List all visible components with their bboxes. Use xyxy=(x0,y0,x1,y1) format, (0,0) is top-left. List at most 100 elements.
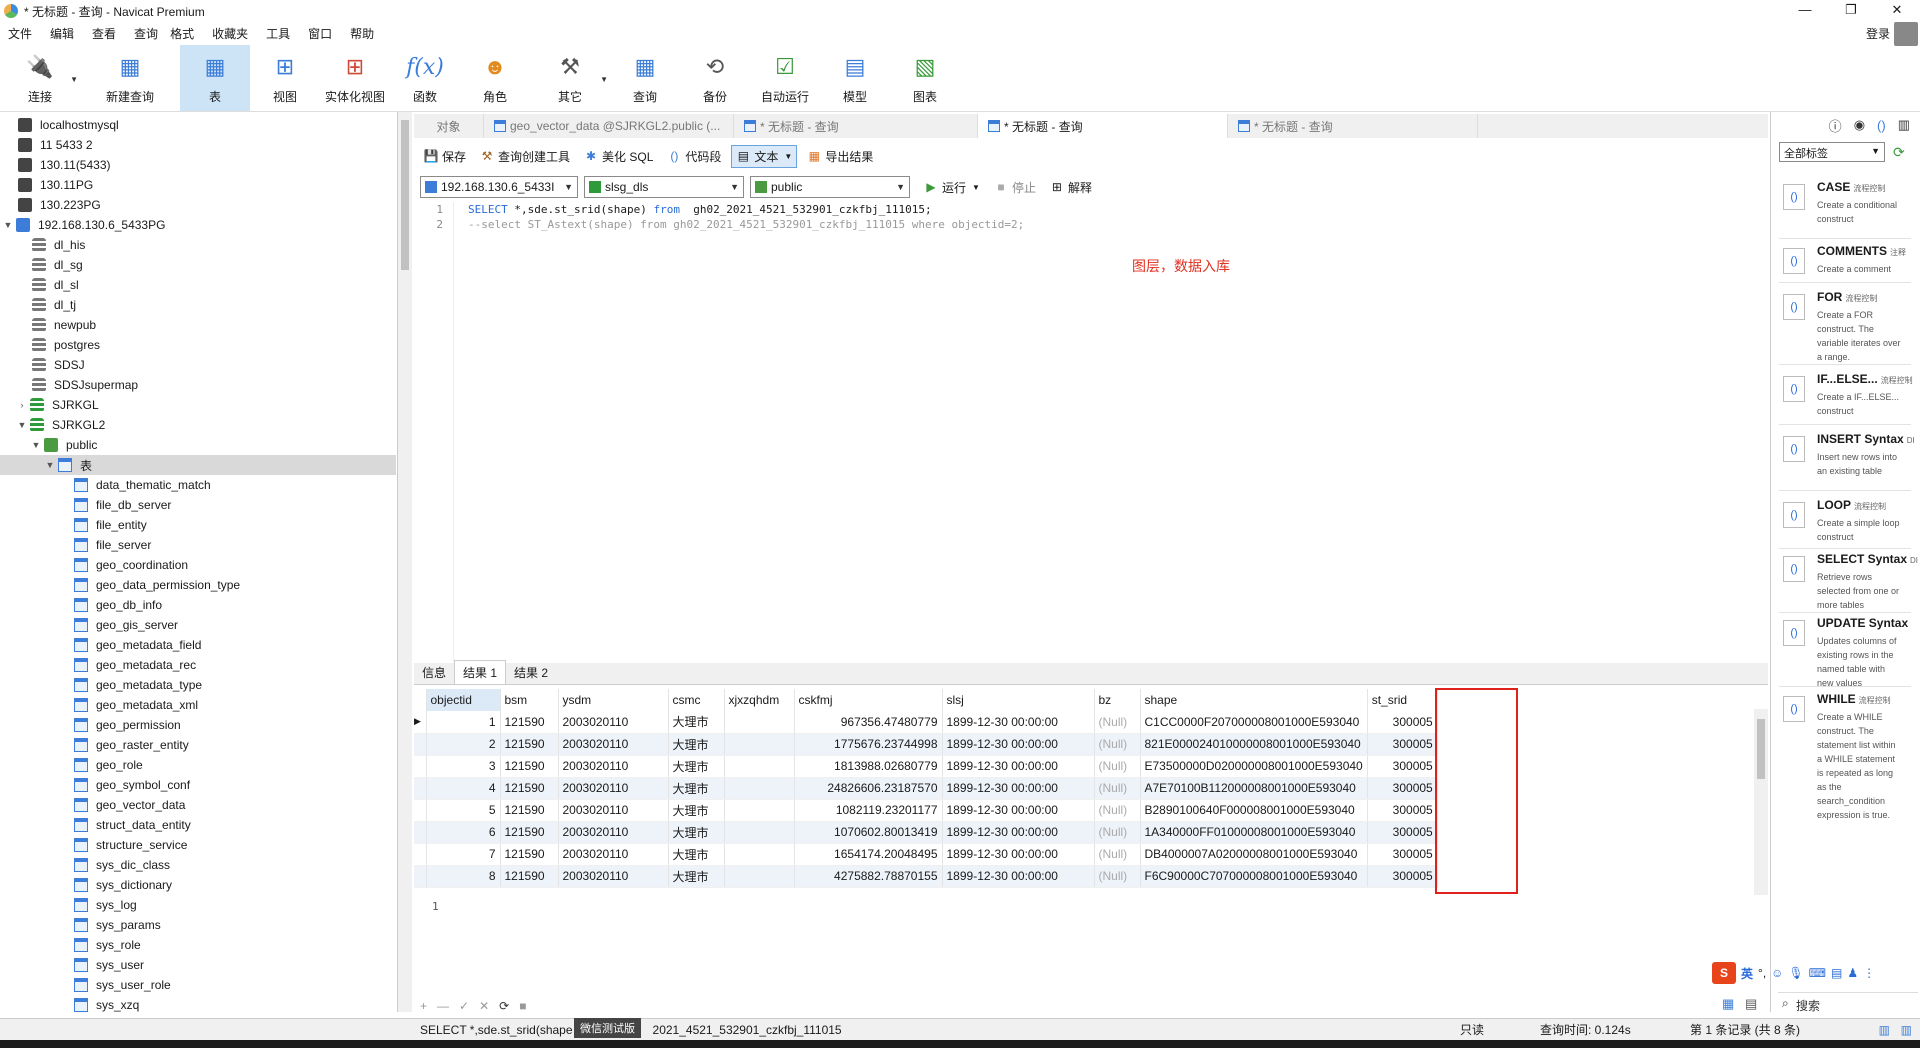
table-cell[interactable] xyxy=(724,777,795,800)
toolbar-new-query-button[interactable]: ▦ 新建查询 xyxy=(80,45,180,111)
chevron-down-icon[interactable]: ▼ xyxy=(972,183,980,192)
table-cell[interactable]: (Null) xyxy=(1094,865,1141,888)
toolbar-view-button[interactable]: ⊞ 视图 xyxy=(250,45,320,111)
tree-table[interactable]: data_thematic_match xyxy=(74,475,211,495)
table-cell[interactable]: (Null) xyxy=(1094,755,1141,778)
menu-help[interactable]: 帮助 xyxy=(342,24,384,44)
tree-table[interactable]: geo_metadata_xml xyxy=(74,695,198,715)
user-avatar[interactable] xyxy=(1894,22,1918,46)
column-header[interactable]: st_srid xyxy=(1367,689,1438,711)
tree-table[interactable]: geo_role xyxy=(74,755,143,775)
snippet-item[interactable]: () INSERT Syntax DI Insert new rows into … xyxy=(1779,432,1919,494)
tree-connection[interactable]: 11 5433 2 xyxy=(18,135,93,155)
table-cell[interactable]: 300005 xyxy=(1367,777,1438,800)
table-cell[interactable]: 121590 xyxy=(500,733,559,756)
toolbar-role-button[interactable]: ☻ 角色 xyxy=(460,45,530,111)
table-row[interactable]: 7 121590 2003020110 大理市 1654174.20048495 1899… xyxy=(414,843,1438,866)
column-header[interactable]: shape xyxy=(1140,689,1368,711)
table-cell[interactable]: 大理市 xyxy=(668,733,725,756)
tree-table[interactable]: file_server xyxy=(74,535,151,555)
refresh-icon[interactable]: ⟳ xyxy=(1893,144,1905,161)
table-cell[interactable]: 大理市 xyxy=(668,865,725,888)
tree-table[interactable]: geo_db_info xyxy=(74,595,162,615)
table-row[interactable]: 6 121590 2003020110 大理市 1070602.80013419 1899… xyxy=(414,821,1438,844)
toolbar-query-button[interactable]: ▦ 查询 xyxy=(610,45,680,111)
delete-record-button[interactable]: — xyxy=(437,999,449,1013)
snippet-item[interactable]: () CASE 流程控制 Create a conditional constru… xyxy=(1779,180,1919,240)
table-cell[interactable]: 2003020110 xyxy=(558,821,669,844)
tree-table[interactable]: sys_role xyxy=(74,935,141,955)
table-cell[interactable]: 300005 xyxy=(1367,711,1438,734)
menu-format[interactable]: 格式 xyxy=(162,24,204,44)
tree-database[interactable]: SDSJ xyxy=(32,355,85,375)
table-cell[interactable]: 7 xyxy=(426,843,501,866)
table-cell[interactable]: 121590 xyxy=(500,843,559,866)
tree-table[interactable]: sys_user xyxy=(74,955,144,975)
table-cell[interactable]: 1A340000FF01000008001000E593040 xyxy=(1140,821,1368,844)
chevron-down-icon[interactable]: ▼ xyxy=(70,75,78,84)
table-cell[interactable]: B2890100640F000008001000E593040 xyxy=(1140,799,1368,822)
table-cell[interactable]: 121590 xyxy=(500,755,559,778)
table-cell[interactable]: 1082119.23201177 xyxy=(794,799,943,822)
grid-view-icon[interactable]: ▦ xyxy=(1722,996,1734,1012)
table-cell[interactable]: (Null) xyxy=(1094,733,1141,756)
column-header[interactable]: csmc xyxy=(668,689,725,711)
chevron-down-icon[interactable]: ▼ xyxy=(2,220,14,230)
toolbar-function-button[interactable]: f(x) 函数 xyxy=(390,45,460,111)
table-cell[interactable]: E73500000D020000008001000E593040 xyxy=(1140,755,1368,778)
tree-database[interactable]: › SJRKGL xyxy=(16,395,99,415)
tree-table[interactable]: geo_vector_data xyxy=(74,795,185,815)
toolbar-auto-run-button[interactable]: ☑ 自动运行 xyxy=(750,45,820,111)
table-cell[interactable]: 1899-12-30 00:00:00 xyxy=(942,733,1095,756)
tree-connection-open[interactable]: ▼ 192.168.130.6_5433PG xyxy=(2,215,165,235)
table-row[interactable]: 3 121590 2003020110 大理市 1813988.02680779 1899… xyxy=(414,755,1438,778)
table-cell[interactable]: 1899-12-30 00:00:00 xyxy=(942,865,1095,888)
table-cell[interactable]: 121590 xyxy=(500,777,559,800)
column-header[interactable]: cskfmj xyxy=(794,689,943,711)
menu-file[interactable]: 文件 xyxy=(0,24,42,44)
toolbar-other-button[interactable]: ⚒ 其它 ▼ xyxy=(530,45,610,111)
table-cell[interactable]: 4275882.78870155 xyxy=(794,865,943,888)
tab-result-2[interactable]: 结果 2 xyxy=(506,661,556,684)
run-button[interactable]: ▶ 运行 ▼ xyxy=(920,177,984,198)
snippet-item[interactable]: () SELECT Syntax DI Retrieve rows selecte… xyxy=(1779,552,1919,614)
apply-button[interactable]: ✓ xyxy=(459,999,469,1013)
table-cell[interactable]: 大理市 xyxy=(668,843,725,866)
tab-query-active[interactable]: * 无标题 - 查询 xyxy=(978,114,1228,138)
maximize-button[interactable]: ❐ xyxy=(1828,0,1874,22)
table-cell[interactable]: 300005 xyxy=(1367,733,1438,756)
beautify-sql-button[interactable]: ✱ 美化 SQL xyxy=(580,146,657,167)
scrollbar-thumb[interactable] xyxy=(1757,719,1765,779)
tree-database[interactable]: dl_sg xyxy=(32,255,83,275)
tree-table[interactable]: geo_symbol_conf xyxy=(74,775,190,795)
save-button[interactable]: 💾 保存 xyxy=(420,146,470,167)
table-cell[interactable]: 2003020110 xyxy=(558,711,669,734)
tree-table[interactable]: file_entity xyxy=(74,515,147,535)
microphone-icon[interactable]: 🎙 xyxy=(1788,966,1803,980)
tree-connection[interactable]: localhostmysql xyxy=(18,115,119,135)
tree-table[interactable]: sys_dic_class xyxy=(74,855,170,875)
schema-select[interactable]: public ▼ xyxy=(750,176,910,198)
table-cell[interactable]: F6C90000C707000008001000E593040 xyxy=(1140,865,1368,888)
grid-view-icon[interactable]: ▥ xyxy=(1879,1023,1890,1037)
toolbar-table-button[interactable]: ▦ 表 xyxy=(180,45,250,111)
braces-icon[interactable]: () xyxy=(1877,118,1886,133)
table-cell[interactable] xyxy=(724,799,795,822)
column-header[interactable]: slsj xyxy=(942,689,1095,711)
table-row[interactable]: ▶ 1 121590 2003020110 大理市 967356.47480779 1899… xyxy=(414,711,1438,734)
snippet-search-input[interactable]: ⌕ 搜索 xyxy=(1778,992,1918,1014)
table-cell[interactable]: 1070602.80013419 xyxy=(794,821,943,844)
emoji-icon[interactable]: ☺ xyxy=(1771,966,1783,980)
table-row[interactable]: 2 121590 2003020110 大理市 1775676.23744998 1899… xyxy=(414,733,1438,756)
connection-select[interactable]: 192.168.130.6_5433I ▼ xyxy=(420,176,578,198)
table-cell[interactable]: 1813988.02680779 xyxy=(794,755,943,778)
menu-tools[interactable]: 工具 xyxy=(258,24,300,44)
table-cell[interactable]: 2 xyxy=(426,733,501,756)
tree-table[interactable]: geo_data_permission_type xyxy=(74,575,240,595)
table-cell[interactable]: 大理市 xyxy=(668,711,725,734)
sql-editor[interactable]: 1 2 SELECT *,sde.st_srid(shape) from gh0… xyxy=(414,202,1768,662)
table-cell[interactable]: 2003020110 xyxy=(558,799,669,822)
table-cell[interactable]: 1899-12-30 00:00:00 xyxy=(942,843,1095,866)
table-cell[interactable]: 300005 xyxy=(1367,865,1438,888)
column-header[interactable]: xjxzqhdm xyxy=(724,689,795,711)
